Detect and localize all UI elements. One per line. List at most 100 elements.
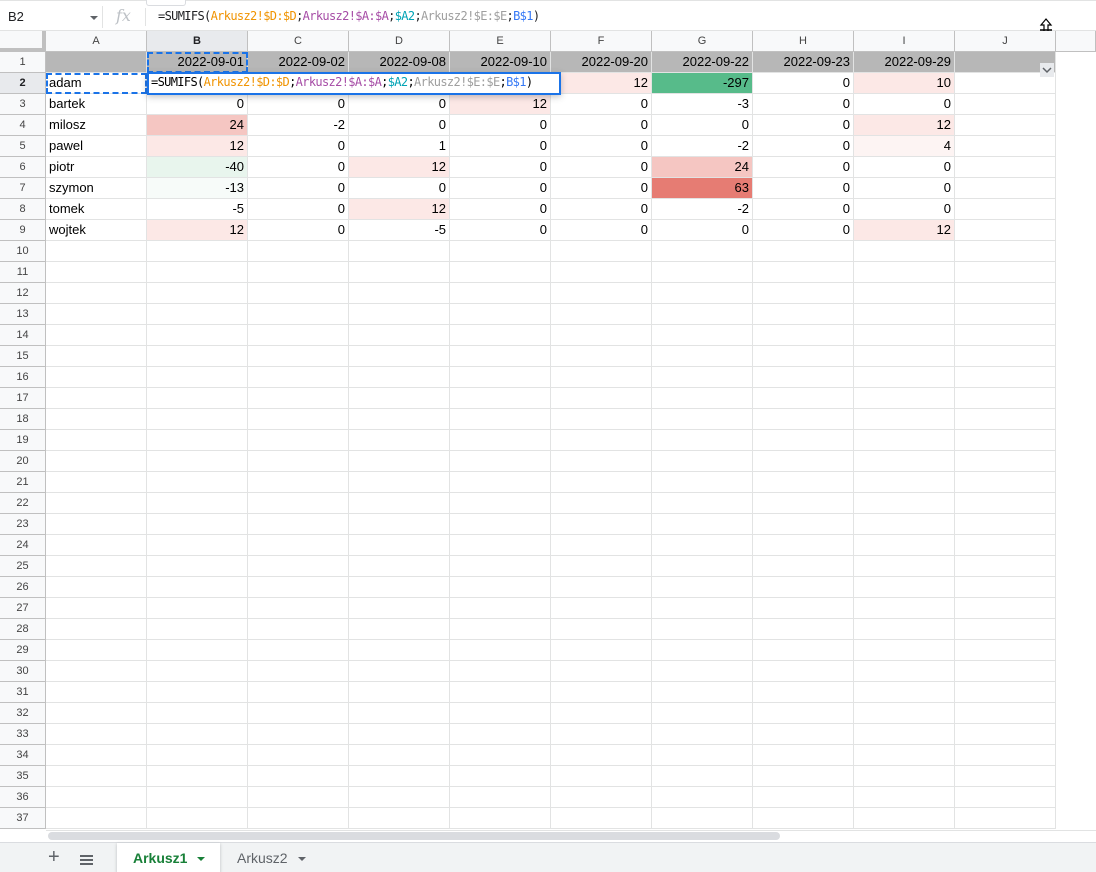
cell-d7[interactable]: 0: [349, 178, 450, 199]
cell-b16[interactable]: [147, 367, 248, 388]
cell-e28[interactable]: [450, 619, 551, 640]
cell-f31[interactable]: [551, 682, 652, 703]
cell-i7[interactable]: 0: [854, 178, 955, 199]
horizontal-scrollbar-thumb[interactable]: [48, 832, 780, 840]
cell-d21[interactable]: [349, 472, 450, 493]
name-box-dropdown-icon[interactable]: [90, 16, 98, 20]
row-header-10[interactable]: 10: [0, 241, 46, 262]
cell-a24[interactable]: [46, 535, 147, 556]
cell-h9[interactable]: 0: [753, 220, 854, 241]
cell-c28[interactable]: [248, 619, 349, 640]
cell-b20[interactable]: [147, 451, 248, 472]
cell-h2[interactable]: 0: [753, 73, 854, 94]
cell-h37[interactable]: [753, 808, 854, 829]
cell-g6[interactable]: 24: [652, 157, 753, 178]
cell-h31[interactable]: [753, 682, 854, 703]
cell-a26[interactable]: [46, 577, 147, 598]
cell-j27[interactable]: [955, 598, 1056, 619]
cell-a34[interactable]: [46, 745, 147, 766]
cell-i14[interactable]: [854, 325, 955, 346]
cell-f13[interactable]: [551, 304, 652, 325]
cell-d4[interactable]: 0: [349, 115, 450, 136]
cell-g14[interactable]: [652, 325, 753, 346]
cell-e14[interactable]: [450, 325, 551, 346]
cell-j6[interactable]: [955, 157, 1056, 178]
cell-i19[interactable]: [854, 430, 955, 451]
cell-g23[interactable]: [652, 514, 753, 535]
cell-a1[interactable]: [46, 52, 147, 73]
cell-j24[interactable]: [955, 535, 1056, 556]
cell-h20[interactable]: [753, 451, 854, 472]
cell-j11[interactable]: [955, 262, 1056, 283]
cell-c29[interactable]: [248, 640, 349, 661]
row-header-23[interactable]: 23: [0, 514, 46, 535]
cell-f14[interactable]: [551, 325, 652, 346]
cell-b13[interactable]: [147, 304, 248, 325]
row-header-7[interactable]: 7: [0, 178, 46, 199]
cell-a17[interactable]: [46, 388, 147, 409]
cell-a32[interactable]: [46, 703, 147, 724]
row-header-37[interactable]: 37: [0, 808, 46, 829]
row-header-2[interactable]: 2: [0, 73, 46, 94]
cell-j5[interactable]: [955, 136, 1056, 157]
column-header-e[interactable]: E: [450, 31, 551, 52]
cell-e9[interactable]: 0: [450, 220, 551, 241]
cell-d20[interactable]: [349, 451, 450, 472]
cell-e30[interactable]: [450, 661, 551, 682]
cell-c15[interactable]: [248, 346, 349, 367]
add-sheet-button[interactable]: +: [48, 847, 60, 867]
cell-b24[interactable]: [147, 535, 248, 556]
cell-c9[interactable]: 0: [248, 220, 349, 241]
cell-f4[interactable]: 0: [551, 115, 652, 136]
cell-j12[interactable]: [955, 283, 1056, 304]
cell-a22[interactable]: [46, 493, 147, 514]
cell-e13[interactable]: [450, 304, 551, 325]
cell-e17[interactable]: [450, 388, 551, 409]
cell-h4[interactable]: 0: [753, 115, 854, 136]
cell-f18[interactable]: [551, 409, 652, 430]
cell-d33[interactable]: [349, 724, 450, 745]
cell-i28[interactable]: [854, 619, 955, 640]
cell-b37[interactable]: [147, 808, 248, 829]
cell-d24[interactable]: [349, 535, 450, 556]
cell-a11[interactable]: [46, 262, 147, 283]
cell-f33[interactable]: [551, 724, 652, 745]
cell-i11[interactable]: [854, 262, 955, 283]
cell-d35[interactable]: [349, 766, 450, 787]
cell-i21[interactable]: [854, 472, 955, 493]
cell-a12[interactable]: [46, 283, 147, 304]
cell-d15[interactable]: [349, 346, 450, 367]
cell-h18[interactable]: [753, 409, 854, 430]
cell-e10[interactable]: [450, 241, 551, 262]
row-header-33[interactable]: 33: [0, 724, 46, 745]
row-header-8[interactable]: 8: [0, 199, 46, 220]
row-header-35[interactable]: 35: [0, 766, 46, 787]
cell-j3[interactable]: [955, 94, 1056, 115]
cell-a2[interactable]: adam: [46, 73, 147, 94]
cell-f32[interactable]: [551, 703, 652, 724]
cell-i26[interactable]: [854, 577, 955, 598]
cell-j30[interactable]: [955, 661, 1056, 682]
cell-h11[interactable]: [753, 262, 854, 283]
all-sheets-menu-icon[interactable]: [80, 855, 93, 865]
cell-f21[interactable]: [551, 472, 652, 493]
cell-c4[interactable]: -2: [248, 115, 349, 136]
cell-d11[interactable]: [349, 262, 450, 283]
cell-b4[interactable]: 24: [147, 115, 248, 136]
cell-g25[interactable]: [652, 556, 753, 577]
cell-i35[interactable]: [854, 766, 955, 787]
cell-g24[interactable]: [652, 535, 753, 556]
cell-f6[interactable]: 0: [551, 157, 652, 178]
cell-d1[interactable]: 2022-09-08: [349, 52, 450, 73]
row-header-6[interactable]: 6: [0, 157, 46, 178]
cell-g22[interactable]: [652, 493, 753, 514]
cell-f16[interactable]: [551, 367, 652, 388]
cell-j26[interactable]: [955, 577, 1056, 598]
cell-e32[interactable]: [450, 703, 551, 724]
cell-i4[interactable]: 12: [854, 115, 955, 136]
cell-f1[interactable]: 2022-09-20: [551, 52, 652, 73]
cell-g10[interactable]: [652, 241, 753, 262]
cell-d14[interactable]: [349, 325, 450, 346]
cell-e11[interactable]: [450, 262, 551, 283]
cell-e1[interactable]: 2022-09-10: [450, 52, 551, 73]
